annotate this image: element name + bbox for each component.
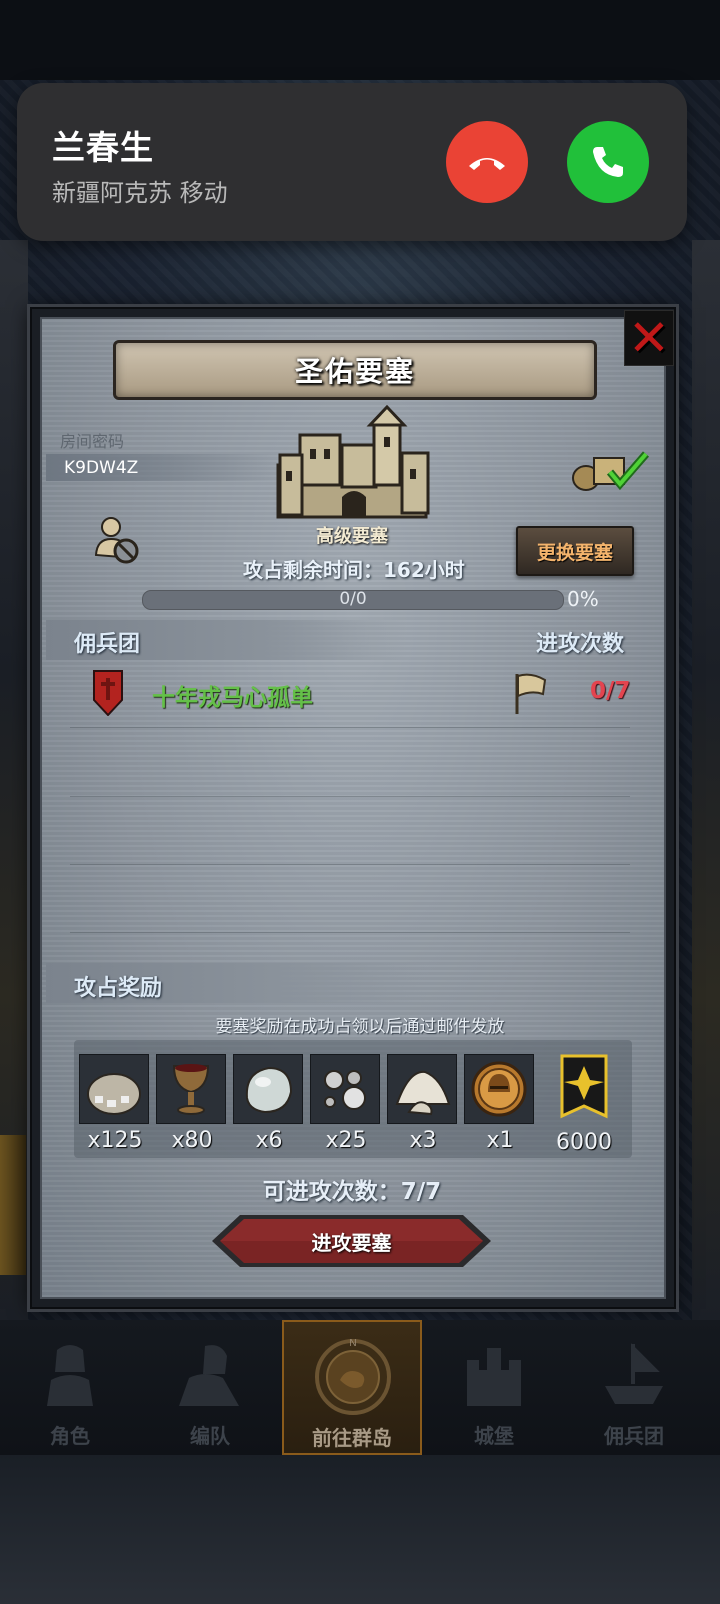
reward-note: 要塞奖励在成功占领以后通过邮件发放 <box>215 1017 505 1037</box>
nav-label-castle: 城堡 <box>474 1424 514 1448</box>
capture-progress-bar: 0/0 <box>142 589 564 610</box>
room-password-label: 房间密码 <box>60 432 125 451</box>
reward-quantity: x80 <box>171 1128 213 1153</box>
nav-label-go-islands: 前往群岛 <box>312 1426 392 1450</box>
compass-map-icon: N <box>315 1338 391 1415</box>
reward-item[interactable]: x80 <box>156 1054 228 1153</box>
incoming-call-notification[interactable]: 兰春生 新疆阿克苏 移动 <box>17 83 687 241</box>
nav-item-go-islands[interactable]: N 前往群岛 <box>282 1320 422 1455</box>
dialog-title: 圣佑要塞 <box>294 355 415 388</box>
fortress-type-label: 高级要塞 <box>316 526 388 547</box>
row-divider <box>70 796 630 797</box>
guild-shield-icon <box>93 670 123 716</box>
knight-icon <box>47 1345 93 1406</box>
caller-location: 新疆阿克苏 移动 <box>52 179 228 207</box>
nav-item-character[interactable]: 角色 <box>0 1320 140 1455</box>
reward-quantity: x125 <box>87 1128 143 1153</box>
caller-name: 兰春生 <box>52 128 154 167</box>
ship-icon <box>605 1343 663 1404</box>
knight-helmet-coin-icon <box>471 1061 527 1117</box>
salt-pile-icon <box>395 1070 451 1116</box>
attacks-column-header: 进攻次数 <box>536 632 625 657</box>
reward-quantity: x3 <box>409 1128 437 1153</box>
bottom-background <box>0 1455 720 1604</box>
nav-label-mercenary-guild: 佣兵团 <box>604 1424 664 1448</box>
goblet-icon <box>172 1064 210 1115</box>
reward-quantity: x25 <box>325 1128 367 1153</box>
bottom-navigation: 角色 编队 N 前往群岛 城堡 佣兵团 <box>0 1320 720 1455</box>
attack-fortress-button[interactable]: 进攻要塞 <box>210 1213 493 1269</box>
reward-item[interactable]: x125 <box>79 1054 151 1153</box>
capture-time-remaining: 攻占剩余时间：162小时 <box>243 558 465 582</box>
ore-sack-icon <box>87 1073 141 1115</box>
room-code[interactable]: K9DW4Z <box>64 458 138 478</box>
attacks-remaining: 可进攻次数：7/7 <box>262 1179 442 1205</box>
reward-item[interactable]: 6000 <box>548 1054 620 1155</box>
phone-icon <box>593 147 623 177</box>
nav-item-castle[interactable]: 城堡 <box>424 1320 564 1455</box>
moonstone-icon <box>245 1066 293 1114</box>
reward-item[interactable]: x25 <box>310 1054 382 1153</box>
castle-icon <box>467 1348 521 1406</box>
accept-call-button[interactable] <box>567 121 649 203</box>
reward-quantity: x6 <box>255 1128 283 1153</box>
reward-item[interactable]: x3 <box>387 1054 459 1153</box>
row-divider <box>70 864 630 865</box>
guild-name: 十年戎马心孤单 <box>152 685 313 711</box>
row-divider <box>70 932 630 933</box>
reward-item[interactable]: x1 <box>464 1054 536 1153</box>
blocked-user-icon <box>94 517 139 564</box>
honor-banner-icon <box>560 1054 608 1119</box>
guild-attack-count: 0/7 <box>590 678 631 704</box>
capture-progress-percent: 0% <box>567 587 599 611</box>
nav-item-formation[interactable]: 编队 <box>140 1320 280 1455</box>
fortress-castle-icon <box>276 405 430 519</box>
reward-item[interactable]: x6 <box>233 1054 305 1153</box>
reward-section-title: 攻占奖励 <box>74 976 163 1001</box>
guild-row[interactable]: 十年戎马心孤单 0/7 <box>46 665 636 723</box>
title-banner: 圣佑要塞 <box>113 340 597 400</box>
nav-item-mercenary-guild[interactable]: 佣兵团 <box>564 1320 704 1455</box>
nav-label-character: 角色 <box>50 1424 90 1448</box>
row-divider <box>70 727 630 728</box>
decline-call-button[interactable] <box>446 121 528 203</box>
right-side-decoration <box>692 240 720 1320</box>
capture-progress-text: 0/0 <box>339 589 367 609</box>
reward-quantity: 6000 <box>556 1130 612 1155</box>
close-button[interactable]: ✕ <box>624 310 674 366</box>
compass-north-letter: N <box>349 1338 356 1349</box>
nav-label-formation: 编队 <box>190 1424 230 1448</box>
guild-section-title: 佣兵团 <box>74 632 141 657</box>
change-fortress-label: 更换要塞 <box>536 541 613 564</box>
resources-ready-icon <box>572 451 650 491</box>
silver-pebbles-icon <box>324 1070 366 1110</box>
attack-flag-icon <box>515 673 547 714</box>
formation-icon <box>179 1345 239 1406</box>
hang-up-icon <box>469 158 505 170</box>
attack-fortress-label: 进攻要塞 <box>311 1230 392 1255</box>
close-icon: ✕ <box>628 309 670 367</box>
reward-quantity: x1 <box>486 1128 514 1153</box>
change-fortress-button[interactable]: 更换要塞 <box>516 526 634 576</box>
